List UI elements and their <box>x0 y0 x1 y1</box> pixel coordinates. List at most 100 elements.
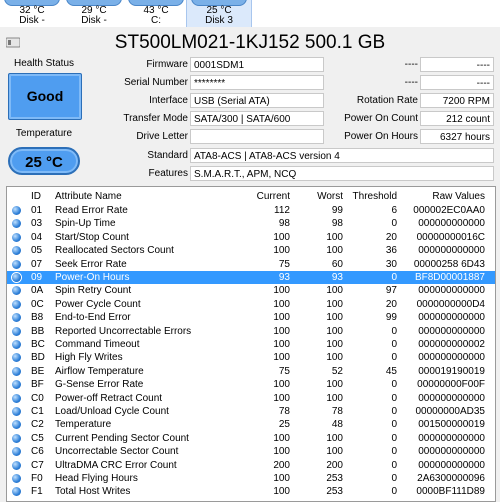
table-row[interactable]: F1 Total Host Writes 100 253 0 0000BF111D89 <box>7 485 495 498</box>
status-dot-icon <box>12 380 21 390</box>
disk-tab-2[interactable]: 29 °C Disk - <box>62 0 126 27</box>
current-value: 75 <box>278 258 290 270</box>
table-row[interactable]: BF G-Sense Error Rate 100 100 0 00000000F00F <box>7 378 495 391</box>
table-row[interactable]: C1 Load/Unload Cycle Count 78 78 0 00000000AD… <box>7 405 495 418</box>
table-row[interactable]: C5 Current Pending Sector Count 100 100 0 000… <box>7 432 495 445</box>
attribute-id: C1 <box>31 406 44 417</box>
column-header-threshold[interactable]: Threshold <box>345 190 397 203</box>
transfer-mode-label: Transfer Mode <box>123 113 188 124</box>
table-row[interactable]: 05 Reallocated Sectors Count 100 100 36 00000… <box>7 244 495 257</box>
disk-name: Disk 3 <box>205 15 233 26</box>
table-row[interactable]: F0 Head Flying Hours 100 253 0 2A6300000096 <box>7 472 495 485</box>
attribute-name: G-Sense Error Rate <box>55 379 144 391</box>
raw-value: 000000000000 <box>418 352 485 364</box>
table-row[interactable]: 07 Seek Error Rate 75 60 30 00000258 6D43 <box>7 258 495 271</box>
table-row[interactable]: C2 Temperature 25 48 0 001500000019 <box>7 418 495 431</box>
power-on-hours-label: Power On Hours <box>344 131 418 142</box>
worst-value: 253 <box>326 473 343 484</box>
table-row[interactable]: C0 Power-off Retract Count 100 100 0 00000000… <box>7 392 495 405</box>
threshold-value: 0 <box>391 459 397 471</box>
current-value: 100 <box>273 446 290 458</box>
table-row[interactable]: 0A Spin Retry Count 100 100 97 000000000000 <box>7 284 495 297</box>
status-dot-icon <box>12 487 21 497</box>
threshold-value: 0 <box>391 339 397 350</box>
status-dot-icon <box>12 286 21 296</box>
table-row[interactable]: 04 Start/Stop Count 100 100 20 00000000016C <box>7 231 495 244</box>
current-value: 100 <box>273 352 290 364</box>
status-dot-icon <box>12 326 21 336</box>
disk-tab-3[interactable]: 43 °C C: <box>124 0 188 27</box>
raw-value: 000019190019 <box>418 365 485 377</box>
column-header-raw-values[interactable]: Raw Values <box>399 190 485 203</box>
worst-value: 100 <box>326 245 343 257</box>
table-row[interactable]: 09 Power-On Hours 93 93 0 BF8D00001887 <box>7 271 495 284</box>
status-dot-icon <box>12 299 21 309</box>
smart-attributes-table[interactable]: ID Attribute Name Current Worst Threshol… <box>6 186 496 502</box>
attribute-name: Reported Uncorrectable Errors <box>55 325 192 337</box>
temperature-button[interactable]: 25 °C <box>8 147 80 175</box>
attribute-id: BF <box>31 379 44 391</box>
status-dot-icon <box>12 246 21 256</box>
threshold-value: 0 <box>391 325 397 337</box>
current-value: 100 <box>273 245 290 257</box>
table-row[interactable]: C6 Uncorrectable Sector Count 100 100 0 00000… <box>7 445 495 458</box>
attribute-id: 05 <box>31 245 43 257</box>
threshold-value: 20 <box>385 298 397 310</box>
worst-value: 98 <box>331 218 343 230</box>
rotation-rate-value: 7200 RPM <box>420 93 494 108</box>
current-value: 100 <box>273 312 290 324</box>
column-header-current[interactable]: Current <box>235 190 290 203</box>
status-dot-icon <box>12 219 21 229</box>
attribute-id: 03 <box>31 218 43 230</box>
info-right-label-2: ---- <box>404 77 418 88</box>
disk-tab-4[interactable]: 25 °C Disk 3 <box>186 0 252 27</box>
column-header-worst[interactable]: Worst <box>293 190 343 203</box>
raw-value: 00000258 6D43 <box>413 258 485 270</box>
threshold-value: 0 <box>391 419 397 431</box>
table-row[interactable]: 01 Read Error Rate 112 99 6 000002EC0AA0 <box>7 204 495 217</box>
attribute-name: Spin-Up Time <box>55 218 116 230</box>
worst-value: 100 <box>326 432 343 444</box>
current-value: 98 <box>278 218 290 230</box>
status-dot-icon <box>12 407 21 416</box>
column-header-attribute[interactable]: Attribute Name <box>55 190 245 203</box>
raw-value: 000000000000 <box>418 245 485 257</box>
attribute-id: F0 <box>31 473 43 484</box>
worst-value: 100 <box>326 339 343 350</box>
table-row[interactable]: C7 UltraDMA CRC Error Count 200 200 0 0000000… <box>7 459 495 472</box>
worst-value: 99 <box>331 205 343 216</box>
table-row[interactable]: BD High Fly Writes 100 100 0 000000000000 <box>7 351 495 364</box>
health-status-button[interactable]: Good <box>8 73 82 120</box>
current-value: 100 <box>273 325 290 337</box>
attribute-name: Start/Stop Count <box>55 231 129 243</box>
current-value: 100 <box>273 473 290 484</box>
table-row[interactable]: BE Airflow Temperature 75 52 45 000019190019 <box>7 365 495 378</box>
attribute-name: Total Host Writes <box>55 486 131 498</box>
table-row[interactable]: BB Reported Uncorrectable Errors 100 100 0 00… <box>7 325 495 338</box>
current-value: 100 <box>273 339 290 350</box>
table-row[interactable]: 03 Spin-Up Time 98 98 0 000000000000 <box>7 217 495 230</box>
worst-value: 100 <box>326 312 343 324</box>
table-row[interactable]: BC Command Timeout 100 100 0 000000000002 <box>7 338 495 351</box>
disk-tab-1[interactable]: 32 °C Disk - <box>0 0 64 27</box>
threshold-value: 0 <box>391 218 397 230</box>
threshold-value: 99 <box>385 312 397 324</box>
raw-value: 000000000000 <box>418 432 485 444</box>
table-row[interactable]: B8 End-to-End Error 100 100 99 000000000000 <box>7 311 495 324</box>
worst-value: 200 <box>326 459 343 471</box>
attribute-id: F1 <box>31 486 43 498</box>
raw-value: BF8D00001887 <box>414 272 485 283</box>
raw-value: 000000000002 <box>418 339 485 350</box>
attribute-name: End-to-End Error <box>55 312 131 324</box>
current-value: 100 <box>273 432 290 444</box>
table-row[interactable]: 0C Power Cycle Count 100 100 20 0000000000D4 <box>7 298 495 311</box>
attribute-name: Command Timeout <box>55 339 140 350</box>
attribute-id: 09 <box>31 272 43 283</box>
current-value: 112 <box>274 205 290 216</box>
column-header-id[interactable]: ID <box>31 190 53 203</box>
worst-value: 100 <box>326 285 343 297</box>
info-right-label-1: ---- <box>404 59 418 70</box>
attribute-id: 07 <box>31 258 43 270</box>
threshold-value: 0 <box>391 473 397 484</box>
attribute-name: Power Cycle Count <box>55 298 141 310</box>
